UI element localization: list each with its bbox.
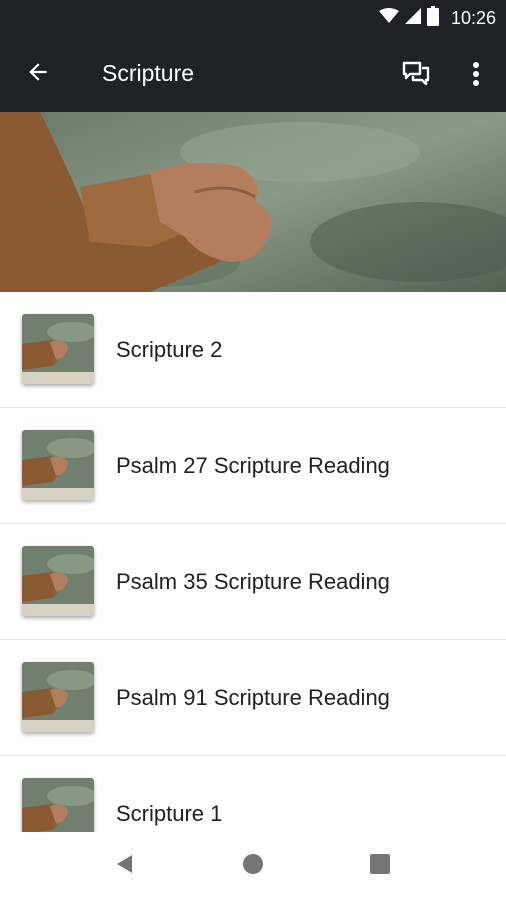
scripture-list: Scripture 2 Psalm 27 Scripture Reading P… <box>0 292 506 832</box>
list-item[interactable]: Scripture 2 <box>0 292 506 408</box>
nav-recents-button[interactable] <box>360 846 400 886</box>
list-item-label: Scripture 1 <box>116 801 223 826</box>
chat-icon <box>401 59 431 94</box>
chat-button[interactable] <box>396 56 436 96</box>
list-item[interactable]: Scripture 1 <box>0 756 506 832</box>
hands-clasped-thumbnail <box>22 778 94 832</box>
back-arrow-icon <box>25 59 51 90</box>
more-vert-icon <box>472 61 480 92</box>
hands-clasped-thumbnail <box>22 546 94 616</box>
signal-icon <box>404 7 421 29</box>
list-item[interactable]: Psalm 91 Scripture Reading <box>0 640 506 756</box>
more-options-button[interactable] <box>456 56 496 96</box>
list-item-label: Psalm 91 Scripture Reading <box>116 685 390 710</box>
hands-clasped-thumbnail <box>22 662 94 732</box>
battery-icon <box>426 5 439 31</box>
list-item[interactable]: Psalm 27 Scripture Reading <box>0 408 506 524</box>
page-title: Scripture <box>102 60 195 86</box>
status-icons: 10:26 <box>378 0 496 36</box>
home-circle-icon <box>242 853 264 880</box>
nav-back-button[interactable] <box>105 846 145 886</box>
back-button[interactable] <box>16 54 60 94</box>
system-nav-bar <box>0 832 506 900</box>
list-item-label: Scripture 2 <box>116 337 223 362</box>
wifi-icon <box>378 7 399 29</box>
recents-square-icon <box>369 853 391 880</box>
hands-clasped-thumbnail <box>22 314 94 384</box>
status-time: 10:26 <box>450 7 496 28</box>
list-item-label: Psalm 35 Scripture Reading <box>116 569 390 594</box>
status-bar: 10:26 <box>0 0 506 36</box>
hero-image <box>0 112 506 292</box>
hands-clasped-thumbnail <box>22 430 94 500</box>
app-bar: Scripture <box>0 36 506 112</box>
back-triangle-icon <box>114 853 136 880</box>
hands-clasped-photo <box>0 112 506 292</box>
list-item-label: Psalm 27 Scripture Reading <box>116 453 390 478</box>
list-item[interactable]: Psalm 35 Scripture Reading <box>0 524 506 640</box>
nav-home-button[interactable] <box>233 846 273 886</box>
